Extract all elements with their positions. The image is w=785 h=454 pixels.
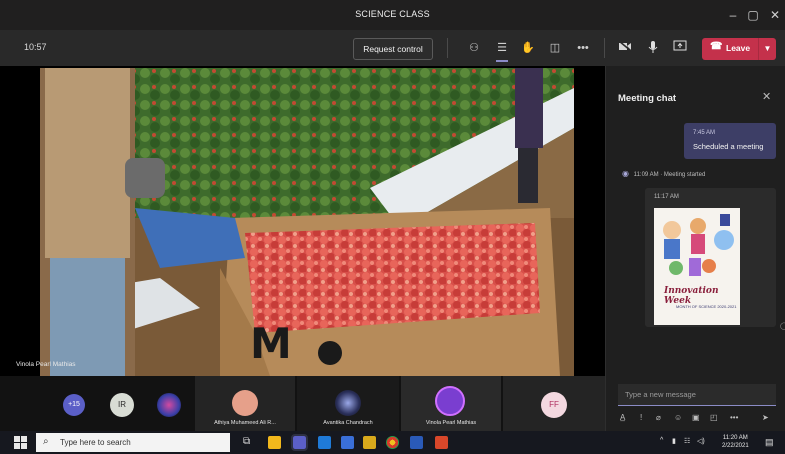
show-hidden-icons-icon[interactable]: ^	[660, 437, 663, 444]
event-time: 11:09 AM	[633, 172, 659, 178]
window-titlebar: SCIENCE CLASS – ▢ ✕	[0, 0, 785, 30]
sticker-icon[interactable]: ◰	[710, 413, 718, 422]
meeting-chat-panel: Meeting chat ✕ 7:45 AM Scheduled a meeti…	[605, 66, 785, 431]
poster-title: Innovation Week	[664, 286, 719, 306]
share-screen-icon[interactable]	[672, 40, 688, 56]
svg-text:M: M	[250, 319, 292, 368]
participant-strip: +15 IR Athiya Muhameed Ali R... Avantika…	[0, 376, 605, 431]
more-options-icon[interactable]: •••	[575, 40, 591, 56]
notifications-icon[interactable]: ▤	[765, 437, 774, 448]
rooms-icon[interactable]: ◫	[547, 40, 563, 56]
search-placeholder: Type here to search	[60, 438, 131, 447]
message-timestamp: 11:17 AM	[654, 194, 679, 200]
camera-off-icon[interactable]	[617, 40, 633, 56]
participant-tile[interactable]: Avantika Chandrach	[297, 376, 399, 431]
message-text: Scheduled a meeting	[693, 142, 764, 151]
close-window-icon[interactable]: ✕	[766, 6, 784, 24]
microphone-icon[interactable]	[645, 40, 661, 56]
overflow-count: +15	[63, 394, 85, 416]
leave-button[interactable]: ☎ Leave ▼	[702, 38, 776, 60]
search-icon: ⌕	[43, 436, 49, 447]
battery-icon[interactable]: ▮	[672, 437, 676, 445]
word-icon[interactable]	[410, 436, 423, 449]
meeting-toolbar: 10:57 Request control ⚇ ☰ ✋ ◫ ••• ☎ Leav…	[0, 30, 785, 66]
compose-placeholder: Type a new message	[625, 390, 696, 399]
shared-video: M	[40, 68, 574, 376]
meeting-event-icon: ◉	[622, 169, 629, 178]
file-explorer-icon[interactable]	[268, 436, 281, 449]
participant-name: Vinola Pearl Mathias	[425, 420, 477, 426]
avatar	[335, 390, 361, 416]
avatar	[157, 393, 181, 417]
compose-toolbar: A̲ ! ⌀ ☺ ▣ ◰ ••• ➤	[620, 413, 778, 427]
participants-icon[interactable]: ⚇	[466, 40, 482, 56]
chat-icon[interactable]: ☰	[494, 40, 510, 62]
windows-start-icon[interactable]	[14, 436, 27, 449]
meeting-timer: 10:57	[24, 42, 47, 52]
participant-tile[interactable]: IR	[105, 376, 145, 431]
system-event: ◉ 11:09 AM · Meeting started	[622, 169, 706, 178]
participant-initials: FF	[541, 392, 567, 418]
chat-message-own: 7:45 AM Scheduled a meeting	[684, 123, 776, 159]
chat-message-image: 11:17 AM Innovation Week MONTH OF SCIENC…	[645, 188, 776, 327]
toolbar-divider	[447, 38, 448, 58]
event-text: Meeting started	[663, 172, 706, 178]
windows-taskbar: ⌕ Type here to search ⧉ ^ ▮ ☷ ◁) 11:20 A…	[0, 431, 785, 454]
teams-icon[interactable]	[291, 434, 308, 451]
chrome-icon[interactable]	[386, 436, 399, 449]
chat-title: Meeting chat	[618, 93, 677, 104]
innovation-week-poster-image[interactable]: Innovation Week MONTH OF SCIENCE 2020-20…	[654, 208, 740, 325]
format-icon[interactable]: A̲	[620, 413, 625, 422]
request-control-button[interactable]: Request control	[353, 38, 433, 60]
chat-compose-box[interactable]: Type a new message	[618, 384, 776, 406]
presenter-name: Vinola Pearl Mathias	[16, 361, 76, 368]
network-icon[interactable]: ☷	[684, 437, 690, 445]
task-view-icon[interactable]: ⧉	[243, 436, 256, 449]
attach-icon[interactable]: ⌀	[656, 413, 661, 422]
participant-tile[interactable]	[150, 376, 192, 431]
powerpoint-icon[interactable]	[435, 436, 448, 449]
gif-icon[interactable]: ▣	[692, 413, 700, 422]
minimize-icon[interactable]: –	[724, 6, 742, 24]
participant-initials: IR	[110, 393, 134, 417]
participant-name: Athiya Muhameed Ali R...	[214, 420, 276, 426]
poster-subtitle: MONTH OF SCIENCE 2020-2021	[676, 304, 737, 309]
window-title: SCIENCE CLASS	[355, 9, 430, 19]
participant-tile[interactable]: Athiya Muhameed Ali R...	[195, 376, 295, 431]
shared-screen-stage: M Vinola Pearl Mathias	[0, 66, 605, 376]
send-icon[interactable]: ➤	[762, 413, 769, 422]
phone-hangup-icon: ☎	[710, 41, 723, 52]
mail-icon[interactable]	[363, 436, 376, 449]
taskbar-clock[interactable]: 11:20 AM 2/22/2021	[722, 434, 749, 450]
participant-tile[interactable]: FF	[503, 376, 605, 431]
store-icon[interactable]	[341, 436, 354, 449]
emoji-icon[interactable]: ☺	[674, 413, 682, 422]
message-timestamp: 7:45 AM	[693, 130, 716, 136]
taskbar-time: 11:20 AM	[722, 435, 748, 441]
taskbar-date: 2/22/2021	[722, 443, 749, 449]
important-icon[interactable]: !	[640, 413, 642, 422]
avatar	[232, 390, 258, 416]
close-icon[interactable]: ✕	[762, 90, 771, 103]
participant-name: Avantika Chandrach	[323, 420, 373, 426]
overflow-participants-tile[interactable]: +15	[55, 376, 95, 431]
edge-icon[interactable]	[318, 436, 331, 449]
scroll-indicator-icon[interactable]: ◯	[780, 322, 785, 330]
volume-icon[interactable]: ◁)	[697, 437, 705, 445]
leave-label: Leave	[726, 43, 751, 53]
avatar	[435, 386, 465, 416]
taskbar-search-box[interactable]: ⌕ Type here to search	[36, 433, 230, 452]
more-options-icon[interactable]: •••	[730, 413, 738, 422]
participant-tile[interactable]: Vinola Pearl Mathias	[401, 376, 501, 431]
reactions-icon[interactable]: ✋	[520, 40, 536, 56]
toolbar-divider	[604, 38, 605, 58]
maximize-icon[interactable]: ▢	[744, 6, 762, 24]
chevron-down-icon[interactable]: ▼	[758, 38, 776, 60]
